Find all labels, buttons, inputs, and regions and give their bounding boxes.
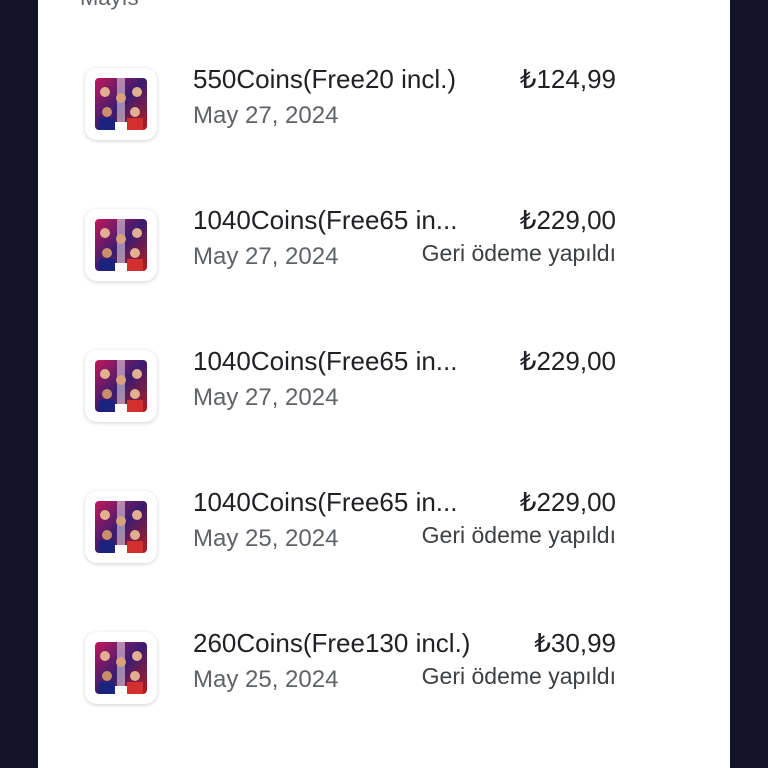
month-header: Mayıs (80, 0, 139, 10)
app-icon-container (85, 350, 157, 422)
item-price: ₺30,99 (534, 628, 616, 658)
purchase-item[interactable]: 1040Coins(Free65 in... ₺229,00 May 25, 2… (38, 487, 730, 587)
purchase-history-panel: Mayıs (38, 0, 730, 768)
item-title: 1040Coins(Free65 in... (193, 346, 458, 376)
item-date: May 27, 2024 (193, 102, 339, 129)
screen-background: Mayıs (0, 0, 768, 768)
item-price: ₺124,99 (519, 64, 616, 94)
efootball-app-icon (95, 642, 147, 694)
item-title: 1040Coins(Free65 in... (193, 205, 458, 235)
item-date: May 27, 2024 (193, 243, 339, 270)
refund-status: Geri ödeme yapıldı (421, 663, 616, 689)
item-date: May 25, 2024 (193, 525, 339, 552)
refund-status: Geri ödeme yapıldı (421, 240, 616, 266)
app-icon-container (85, 68, 157, 140)
app-icon-container (85, 209, 157, 281)
purchase-item[interactable]: 550Coins(Free20 incl.) ₺124,99 May 27, 2… (38, 64, 730, 164)
efootball-app-icon (95, 219, 147, 271)
purchase-item[interactable]: 260Coins(Free130 incl.) ₺30,99 May 25, 2… (38, 628, 730, 728)
item-date: May 25, 2024 (193, 666, 339, 693)
app-icon-container (85, 632, 157, 704)
purchase-item[interactable]: 1040Coins(Free65 in... ₺229,00 May 27, 2… (38, 205, 730, 305)
item-date: May 27, 2024 (193, 384, 339, 411)
item-title: 1040Coins(Free65 in... (193, 487, 458, 517)
efootball-app-icon (95, 501, 147, 553)
item-price: ₺229,00 (519, 205, 616, 235)
efootball-app-icon (95, 360, 147, 412)
purchase-item[interactable]: 1040Coins(Free65 in... ₺229,00 May 27, 2… (38, 346, 730, 446)
refund-status: Geri ödeme yapıldı (421, 522, 616, 548)
item-title: 550Coins(Free20 incl.) (193, 64, 457, 94)
app-icon-container (85, 491, 157, 563)
item-price: ₺229,00 (519, 346, 616, 376)
item-price: ₺229,00 (519, 487, 616, 517)
efootball-app-icon (95, 78, 147, 130)
item-title: 260Coins(Free130 incl.) (193, 628, 471, 658)
